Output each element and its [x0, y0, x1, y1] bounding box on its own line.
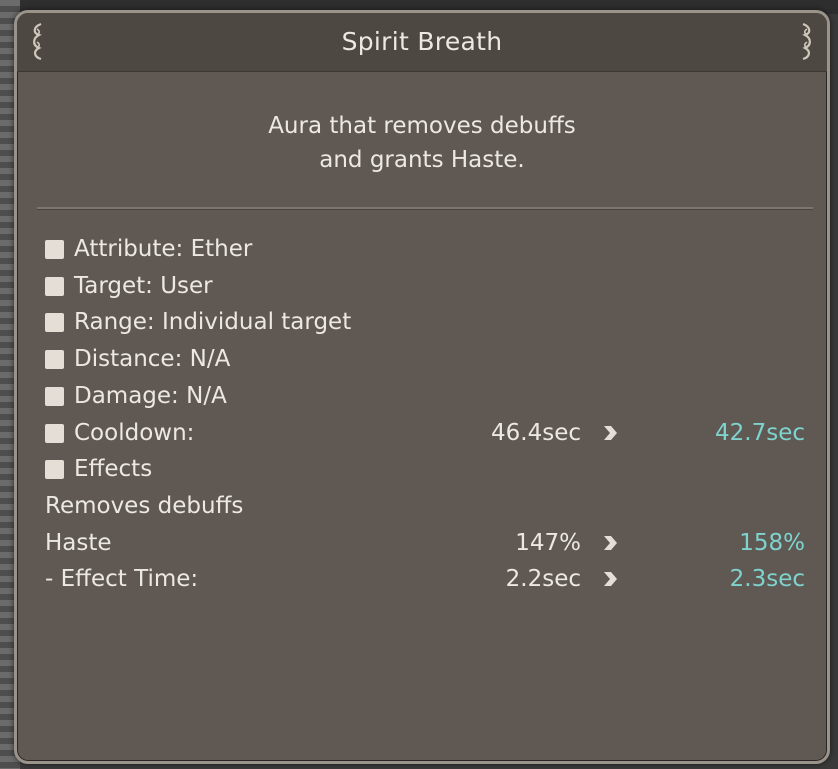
stat-row: Cooldown: 46.4sec 42.7sec	[45, 415, 805, 451]
stat-row: Target: User	[45, 268, 805, 304]
stat-label: - Effect Time:	[45, 566, 199, 593]
stat-label: Cooldown:	[74, 419, 195, 446]
square-bullet-icon	[45, 460, 64, 480]
stat-label: Haste	[45, 529, 112, 556]
skill-title: Spirit Breath	[341, 27, 503, 56]
stat-row: Effects	[45, 451, 805, 487]
stat-row: - Effect Time: 2.2sec 2.3sec	[45, 561, 805, 597]
stat-row: Haste 147% 158%	[45, 525, 805, 561]
chevron-right-icon	[604, 572, 617, 587]
stat-current-value: 2.2sec	[505, 566, 581, 593]
stat-upgraded-value: 2.3sec	[729, 566, 805, 593]
stat-current-value: 46.4sec	[491, 419, 581, 446]
square-bullet-icon	[45, 386, 64, 406]
skill-description: Aura that removes debuffs and grants Has…	[17, 109, 827, 177]
stat-label: Range: Individual target	[74, 309, 352, 336]
square-bullet-icon	[45, 313, 64, 333]
stat-row: Attribute: Ether	[45, 231, 805, 267]
stat-label: Distance: N/A	[74, 346, 231, 373]
stat-label: Removes debuffs	[45, 492, 244, 519]
section-divider	[37, 207, 813, 210]
chevron-right-icon	[604, 425, 617, 440]
tooltip-header: Spirit Breath	[17, 13, 827, 72]
stat-label: Damage: N/A	[74, 382, 227, 409]
stat-row: Range: Individual target	[45, 304, 805, 340]
skill-tooltip-panel: Spirit Breath Aura that removes debuffs …	[14, 10, 830, 764]
stat-label: Effects	[74, 456, 153, 483]
stat-current-value: 147%	[515, 529, 581, 556]
square-bullet-icon	[45, 350, 64, 370]
chevron-right-icon	[604, 535, 617, 550]
square-bullet-icon	[45, 276, 64, 296]
stat-row: Distance: N/A	[45, 341, 805, 377]
stat-upgraded-value: 158%	[739, 529, 805, 556]
stat-row: Removes debuffs	[45, 488, 805, 524]
stat-row: Damage: N/A	[45, 378, 805, 414]
scroll-ornament-icon	[797, 21, 815, 61]
description-line: and grants Haste.	[319, 147, 525, 173]
square-bullet-icon	[45, 423, 64, 443]
stat-label: Attribute: Ether	[74, 236, 253, 262]
stat-upgraded-value: 42.7sec	[715, 419, 805, 446]
stat-label: Target: User	[74, 272, 213, 299]
square-bullet-icon	[45, 240, 64, 259]
description-line: Aura that removes debuffs	[268, 113, 576, 139]
